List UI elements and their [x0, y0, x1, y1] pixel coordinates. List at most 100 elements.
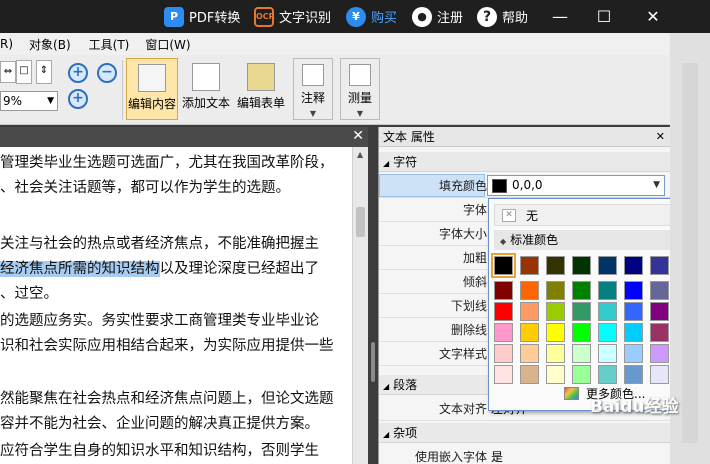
register-button[interactable]: ● 注册 — [412, 0, 463, 33]
color-swatch[interactable] — [650, 281, 669, 300]
zoom-out-icon[interactable]: − — [97, 63, 117, 83]
document-scrollbar[interactable]: ▲ — [352, 147, 368, 464]
color-swatch[interactable] — [650, 344, 669, 363]
color-swatch[interactable] — [520, 281, 539, 300]
panel-splitter[interactable] — [368, 127, 378, 464]
color-swatch[interactable] — [546, 344, 565, 363]
color-swatch[interactable] — [650, 323, 669, 342]
color-swatch[interactable] — [650, 302, 669, 321]
prop-row-embed-font[interactable]: 使用嵌入字体 是 — [379, 445, 671, 464]
fill-color-dropdown[interactable]: 0,0,0 ▼ — [487, 175, 665, 196]
color-swatch[interactable] — [494, 344, 513, 363]
outer-scrollbar[interactable] — [682, 63, 698, 443]
color-swatch[interactable] — [624, 365, 643, 384]
color-swatch[interactable] — [598, 344, 617, 363]
zoom-add-icon[interactable]: + — [68, 89, 88, 109]
color-swatch[interactable] — [520, 302, 539, 321]
maximize-button[interactable]: ☐ — [584, 0, 624, 33]
color-swatch[interactable] — [598, 323, 617, 342]
edit-content-button[interactable]: 编辑内容 — [126, 58, 178, 120]
menu-item-window[interactable]: 窗口(W) — [145, 36, 200, 53]
scrollbar-thumb[interactable] — [356, 207, 365, 237]
chevron-down-icon: ▼ — [653, 180, 660, 190]
pdf-convert-button[interactable]: P PDF转换 — [164, 0, 240, 33]
close-window-button[interactable]: ✕ — [633, 0, 673, 33]
color-swatch[interactable] — [624, 281, 643, 300]
menu-item-tools[interactable]: 工具(T) — [89, 36, 140, 53]
no-color-label: 无 — [526, 209, 539, 223]
color-swatch[interactable] — [572, 281, 591, 300]
color-swatch[interactable] — [494, 365, 513, 384]
measure-label: 测量 — [347, 91, 372, 105]
color-swatch[interactable] — [491, 253, 516, 278]
color-swatch[interactable] — [520, 344, 539, 363]
edit-form-button[interactable]: 编辑表单 — [234, 58, 288, 120]
zoom-select[interactable]: 9% ▼ — [0, 91, 58, 111]
measure-button[interactable]: 测量 ▼ — [340, 58, 380, 120]
selected-text[interactable]: 经济焦点所需的知识结构 — [0, 261, 160, 277]
color-swatch[interactable] — [598, 302, 617, 321]
prop-label: 字体大小 — [438, 227, 487, 241]
menu-item-view[interactable]: R) — [0, 37, 23, 51]
ocr-label: 文字识别 — [279, 11, 332, 26]
color-swatch[interactable] — [572, 365, 591, 384]
color-swatch[interactable] — [546, 323, 565, 342]
color-swatch[interactable] — [494, 323, 513, 342]
doc-line: 、社会关注话题等，都可以作为学生的选题。 — [0, 180, 290, 196]
color-swatch[interactable] — [572, 344, 591, 363]
doc-line: 识和社会实际应用相结合起来，为实际应用提供一些 — [0, 338, 334, 354]
doc-line-rest: 以及理论深度已经超出了 — [159, 261, 320, 277]
help-icon: ? — [477, 6, 497, 27]
color-swatch[interactable] — [624, 323, 643, 342]
page-view-button[interactable]: □ — [16, 60, 32, 84]
doc-line: 关注与社会的热点或者经济焦点，不能准确把握主 — [0, 236, 319, 252]
menu-item-object[interactable]: 对象(B) — [29, 36, 81, 53]
color-swatch[interactable] — [650, 365, 669, 384]
close-document-icon[interactable]: ✕ — [352, 128, 364, 144]
color-swatch[interactable] — [650, 256, 669, 275]
color-swatch[interactable] — [520, 365, 539, 384]
color-swatch[interactable] — [624, 302, 643, 321]
fit-page-button[interactable]: ⇔ — [0, 61, 16, 83]
help-button[interactable]: ? 帮助 — [477, 0, 528, 33]
annotate-button[interactable]: 注释 ▼ — [293, 58, 333, 120]
pdf-convert-icon: P — [164, 6, 184, 27]
color-swatch[interactable] — [520, 323, 539, 342]
embed-font-value[interactable]: 是 — [487, 445, 665, 464]
color-swatch[interactable] — [546, 365, 565, 384]
buy-button[interactable]: ¥ 购买 — [346, 0, 397, 33]
fit-width-button[interactable]: ⇕ — [36, 60, 52, 84]
minimize-button[interactable]: — — [540, 0, 580, 33]
section-label: 字符 — [393, 155, 418, 169]
zoom-in-icon[interactable]: + — [68, 63, 88, 83]
close-panel-icon[interactable]: ✕ — [656, 127, 665, 147]
color-swatch[interactable] — [494, 281, 513, 300]
prop-row-fill-color[interactable]: 填充颜色 0,0,0 ▼ — [379, 174, 671, 198]
document-page[interactable]: 管理类毕业生选题可选面广，尤其在我国改革阶段， 、社会关注话题等，都可以作为学生… — [0, 147, 352, 464]
section-character[interactable]: ◢ 字符 — [379, 152, 671, 172]
color-swatch[interactable] — [546, 302, 565, 321]
color-swatch[interactable] — [598, 256, 617, 275]
color-swatch[interactable] — [572, 302, 591, 321]
color-swatch[interactable] — [572, 323, 591, 342]
ocr-button[interactable]: OCR 文字识别 — [254, 0, 331, 33]
color-swatch[interactable] — [494, 302, 513, 321]
color-swatch[interactable] — [598, 281, 617, 300]
color-swatch[interactable] — [520, 256, 539, 275]
color-swatch[interactable] — [624, 344, 643, 363]
color-swatch[interactable] — [572, 256, 591, 275]
color-swatch[interactable] — [546, 256, 565, 275]
color-swatch[interactable] — [598, 365, 617, 384]
section-misc[interactable]: ◢ 杂项 — [379, 423, 671, 443]
scroll-up-icon[interactable]: ▲ — [357, 150, 363, 159]
color-swatch[interactable] — [624, 256, 643, 275]
prop-label: 下划线 — [450, 299, 487, 313]
standard-colors-label: 标准颜色 — [510, 233, 559, 247]
splitter-grip[interactable] — [371, 342, 375, 382]
section-label: 杂项 — [393, 426, 418, 440]
title-bar: P PDF转换 OCR 文字识别 ¥ 购买 ● 注册 ? 帮助 — ☐ ✕ — [0, 0, 710, 33]
add-text-button[interactable]: 添加文本 — [180, 58, 232, 120]
color-swatch[interactable] — [546, 281, 565, 300]
no-color-option[interactable]: ✕ 无 — [494, 204, 698, 226]
doc-line: 然能聚焦在社会热点和经济焦点问题上，但论文选题 — [0, 391, 334, 407]
